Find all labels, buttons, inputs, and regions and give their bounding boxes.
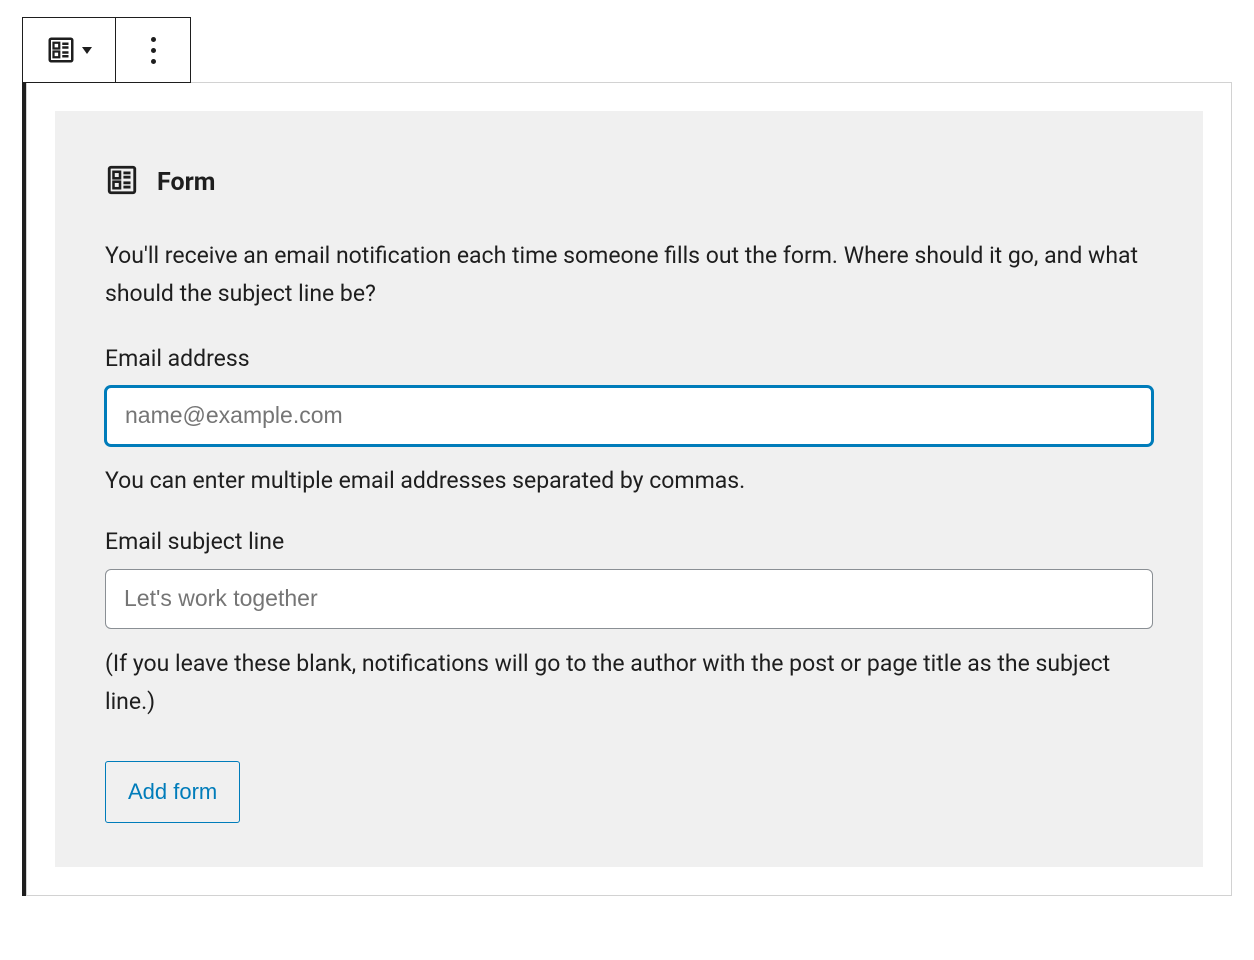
email-subject-input[interactable] bbox=[105, 569, 1153, 629]
add-form-button[interactable]: Add form bbox=[105, 761, 240, 823]
form-placeholder-panel: Form You'll receive an email notificatio… bbox=[55, 111, 1203, 867]
panel-footer-note: (If you leave these blank, notifications… bbox=[105, 645, 1153, 721]
form-icon bbox=[105, 163, 139, 201]
subject-label: Email subject line bbox=[105, 528, 1153, 555]
form-icon bbox=[46, 35, 76, 65]
block-toolbar bbox=[22, 17, 191, 83]
more-vertical-icon bbox=[151, 37, 156, 64]
panel-header: Form bbox=[105, 163, 1153, 201]
panel-description: You'll receive an email notification eac… bbox=[105, 237, 1153, 313]
block-type-switcher[interactable] bbox=[23, 18, 115, 82]
email-help-text: You can enter multiple email addresses s… bbox=[105, 462, 1153, 500]
block-outline: Form You'll receive an email notificatio… bbox=[26, 82, 1232, 896]
chevron-down-icon bbox=[82, 47, 92, 54]
panel-title: Form bbox=[157, 168, 215, 197]
more-options-button[interactable] bbox=[116, 18, 190, 82]
email-label: Email address bbox=[105, 345, 1153, 372]
block-wrapper: Form You'll receive an email notificatio… bbox=[22, 18, 1232, 896]
email-address-input[interactable] bbox=[105, 386, 1153, 446]
